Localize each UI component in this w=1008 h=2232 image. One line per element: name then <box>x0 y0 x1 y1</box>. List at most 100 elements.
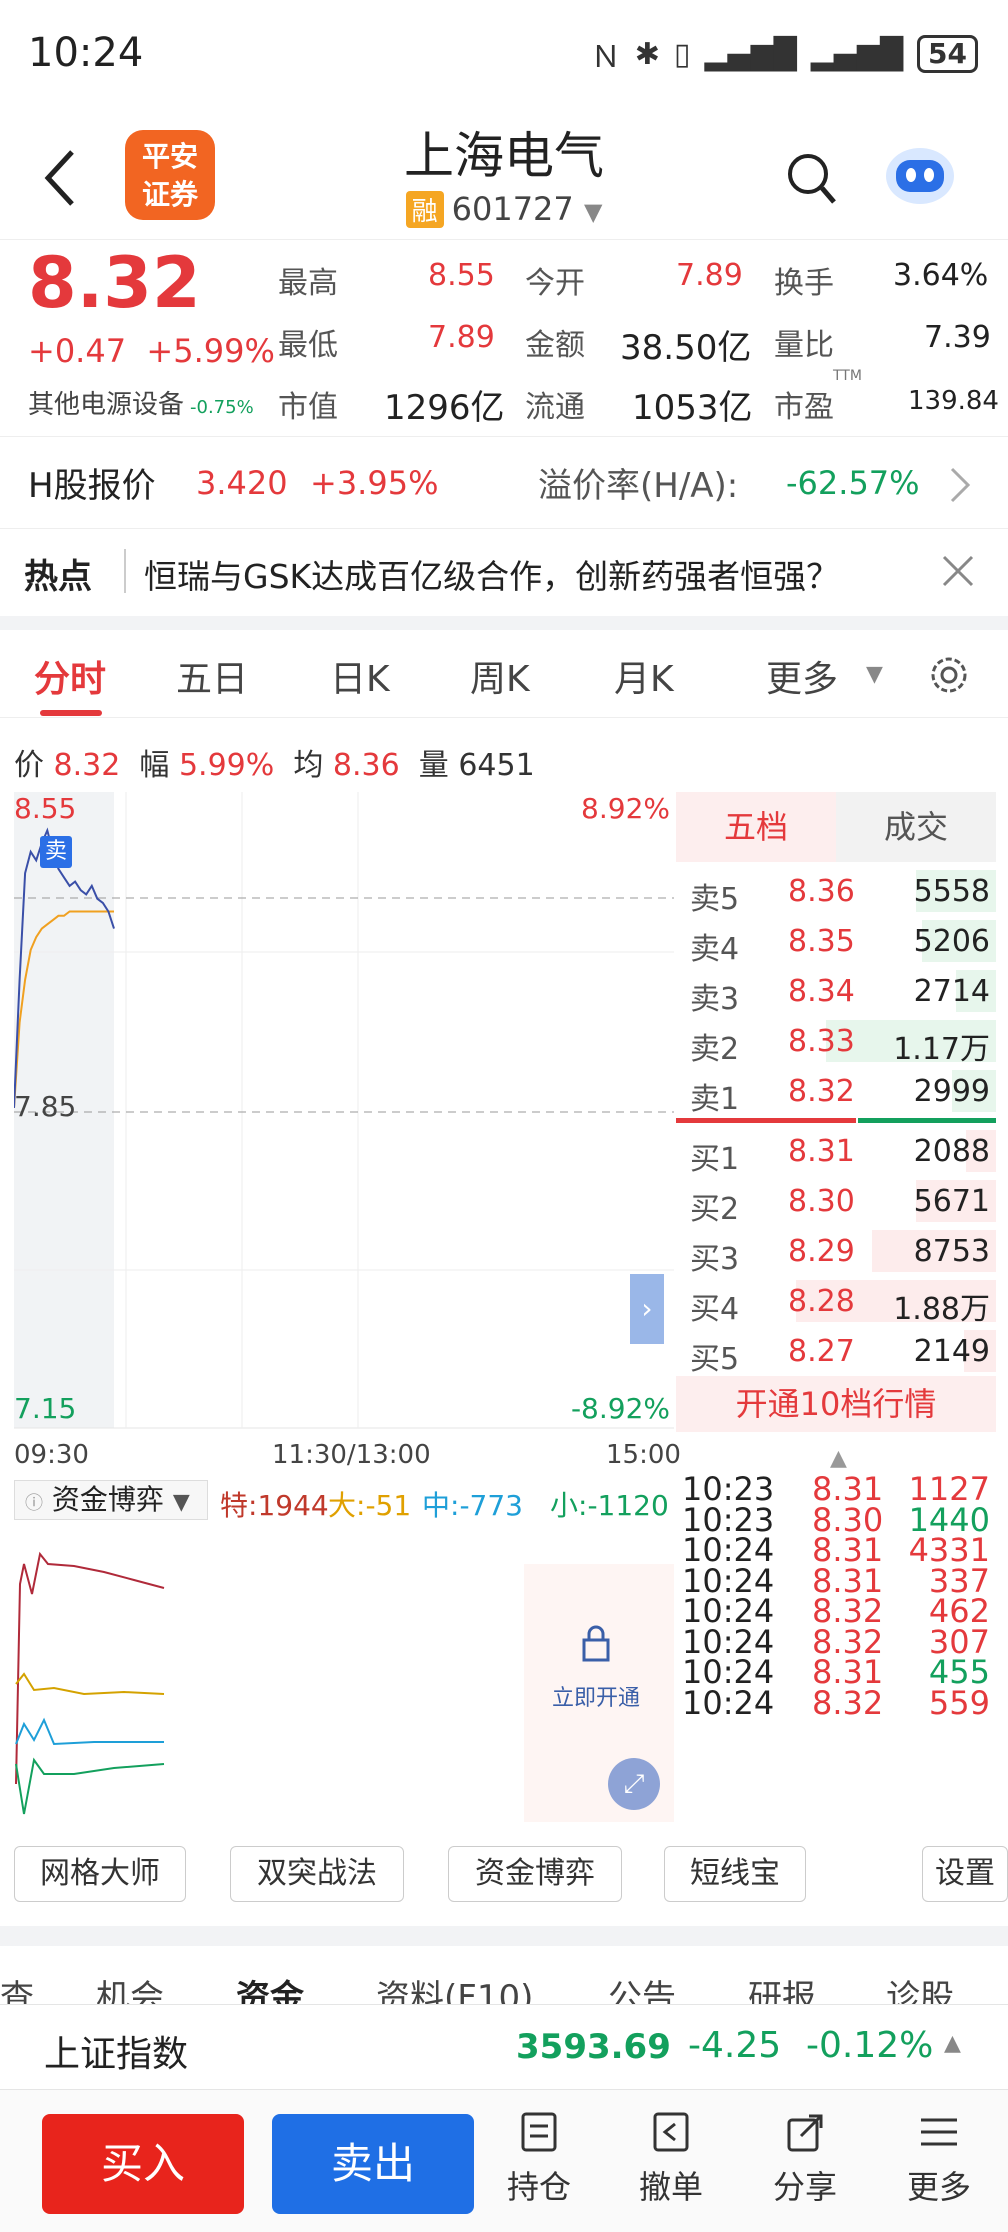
sell-button[interactable]: 卖出 <box>272 2114 474 2214</box>
hot-label: 热点 <box>24 557 92 597</box>
trade-time: 10:24 <box>682 1683 775 1722</box>
document-icon <box>521 2112 557 2152</box>
fund-large: 大:-51 <box>328 1489 412 1522</box>
index-value: 3593.69 <box>516 2027 671 2067</box>
book-row[interactable]: 卖1 8.32 2999 <box>676 1066 996 1117</box>
status-bar: 10:24 Ｎ ✱ ▯ ▂▄▆█ ▂▄▆█ 54 <box>0 0 1008 110</box>
tab-underline <box>40 710 102 716</box>
subtab-opportunity[interactable]: 机会 <box>96 1970 164 2004</box>
tab-intraday[interactable]: 分时 <box>34 650 106 702</box>
subtab-fund[interactable]: 资金 <box>236 1970 304 2004</box>
nav-share[interactable]: 分享 <box>760 2110 850 2208</box>
robot-assistant-icon[interactable] <box>882 138 958 208</box>
chart-canvas <box>14 792 674 1429</box>
tool-short-treasure[interactable]: 短线宝 <box>664 1846 806 1902</box>
level-price: 8.35 <box>788 924 855 959</box>
expand-chevron-icon[interactable]: › <box>630 1274 664 1344</box>
book-row[interactable]: 买3 8.29 8753 <box>676 1226 996 1277</box>
subtab-f10[interactable]: 资料(F10) <box>376 1970 533 2004</box>
hot-text[interactable]: 恒瑞与GSK达成百亿级合作，创新药强者恒强？ <box>144 550 839 598</box>
tab-5day[interactable]: 五日 <box>176 650 248 702</box>
tab-weekly[interactable]: 周K <box>470 650 530 702</box>
low-label: 最低 <box>278 328 338 363</box>
expand-up-icon[interactable]: ▲ <box>944 2031 961 2056</box>
tool-settings[interactable]: 设置 <box>922 1846 1008 1902</box>
book-row[interactable]: 卖4 8.35 5206 <box>676 916 996 967</box>
undo-icon <box>653 2112 689 2152</box>
section-divider <box>0 1926 1008 1946</box>
stock-code: 601727 <box>451 190 574 228</box>
high-value: 8.55 <box>428 258 495 293</box>
sell-marker[interactable]: 卖 <box>40 836 72 868</box>
last-price: 8.32 <box>28 242 201 324</box>
book-row[interactable]: 买1 8.31 2088 <box>676 1126 996 1177</box>
intraday-chart[interactable]: 8.55 7.85 7.15 8.92% -8.92% 卖 › <box>14 792 674 1432</box>
tool-grid-master[interactable]: 网格大师 <box>14 1846 186 1902</box>
level-price: 8.33 <box>788 1024 855 1059</box>
level-volume: 2149 <box>913 1334 990 1369</box>
tab-five-level[interactable]: 五档 <box>676 792 836 862</box>
gear-icon[interactable] <box>926 652 972 698</box>
search-icon[interactable] <box>786 152 838 208</box>
nav-more[interactable]: 更多 <box>894 2110 984 2208</box>
index-change: -4.25 <box>688 2025 782 2066</box>
subtab-research[interactable]: 研报 <box>748 1970 816 2004</box>
tab-more[interactable]: 更多 <box>766 650 838 702</box>
trade-price: 8.32 <box>812 1683 884 1722</box>
signal2-icon: ▂▄▆█ <box>810 36 904 72</box>
mktcap-value: 1296亿 <box>384 388 505 428</box>
vol-ratio-label: 量比 <box>774 328 834 363</box>
fund-super: 特:1944 <box>220 1489 329 1522</box>
level-volume: 2714 <box>913 974 990 1009</box>
book-row[interactable]: 卖5 8.36 5558 <box>676 866 996 917</box>
status-icons: Ｎ ✱ ▯ ▂▄▆█ ▂▄▆█ 54 <box>591 32 978 76</box>
fund-selector[interactable]: ⓘ 资金博弈 ▼ <box>14 1480 208 1520</box>
pct-low-label: -8.92% <box>570 1392 670 1425</box>
float-label: 流通 <box>525 390 585 425</box>
nav-cancel-order[interactable]: 撤单 <box>626 2110 716 2208</box>
level-volume: 2088 <box>913 1134 990 1169</box>
share-icon <box>787 2114 823 2152</box>
upgrade-10-level-button[interactable]: 开通10档行情 <box>676 1376 996 1432</box>
pe-value: 139.84 <box>908 386 999 416</box>
chevron-down-icon: ▼ <box>583 198 603 226</box>
close-icon[interactable] <box>940 553 976 589</box>
unlock-button[interactable]: 立即开通 <box>552 1680 640 1712</box>
stock-code-row[interactable]: 融 601727 ▼ <box>0 190 1008 228</box>
book-row[interactable]: 买4 8.28 1.88万 <box>676 1276 996 1327</box>
fullscreen-icon[interactable]: ⤢ <box>608 1758 660 1810</box>
premium-value: -62.57% <box>786 463 920 502</box>
subtab-0[interactable]: 查 <box>0 1970 34 2004</box>
nav-positions[interactable]: 持仓 <box>494 2110 584 2208</box>
level-label: 买4 <box>690 1292 740 1327</box>
level-price: 8.32 <box>788 1074 855 1109</box>
ask-divider-green <box>858 1118 996 1123</box>
bottom-action-bar: 买入 卖出 持仓 撤单 分享 更多 <box>0 2090 1008 2232</box>
header: 平安 证券 上海电气 融 601727 ▼ <box>0 110 1008 240</box>
level-label: 卖2 <box>690 1032 740 1067</box>
index-ticker[interactable]: 上证指数 3593.69 -4.25 -0.12% ▲ <box>0 2004 1008 2090</box>
h-share-row[interactable]: H股报价 3.420 +3.95% 溢价率(H/A): -62.57% <box>0 436 1008 528</box>
chevron-down-icon: ▼ <box>866 662 883 687</box>
collapse-up-icon[interactable]: ▲ <box>830 1446 847 1471</box>
tab-trades[interactable]: 成交 <box>836 792 996 862</box>
book-row[interactable]: 卖2 8.33 1.17万 <box>676 1016 996 1067</box>
tool-double-breakout[interactable]: 双突战法 <box>230 1846 404 1902</box>
book-row[interactable]: 买2 8.30 5671 <box>676 1176 996 1227</box>
level-volume: 1.17万 <box>893 1032 990 1067</box>
book-row[interactable]: 卖3 8.34 2714 <box>676 966 996 1017</box>
subtab-announcement[interactable]: 公告 <box>608 1970 676 2004</box>
ttm-label: TTM <box>833 368 862 384</box>
tab-daily[interactable]: 日K <box>330 650 390 702</box>
tool-fund-game[interactable]: 资金博弈 <box>448 1846 622 1902</box>
book-row[interactable]: 买5 8.27 2149 <box>676 1326 996 1377</box>
subtab-diagnosis[interactable]: 诊股 <box>886 1970 954 2004</box>
level-price: 8.27 <box>788 1334 855 1369</box>
tab-monthly[interactable]: 月K <box>614 650 674 702</box>
buy-button[interactable]: 买入 <box>42 2114 244 2214</box>
pe-label: 市盈 <box>774 390 834 425</box>
y-high-label: 8.55 <box>14 792 77 825</box>
industry[interactable]: 其他电源设备 -0.75% <box>28 384 254 421</box>
hot-news-bar[interactable]: 热点 恒瑞与GSK达成百亿级合作，创新药强者恒强？ <box>0 528 1008 618</box>
bluetooth-icon: ✱ <box>634 36 660 72</box>
